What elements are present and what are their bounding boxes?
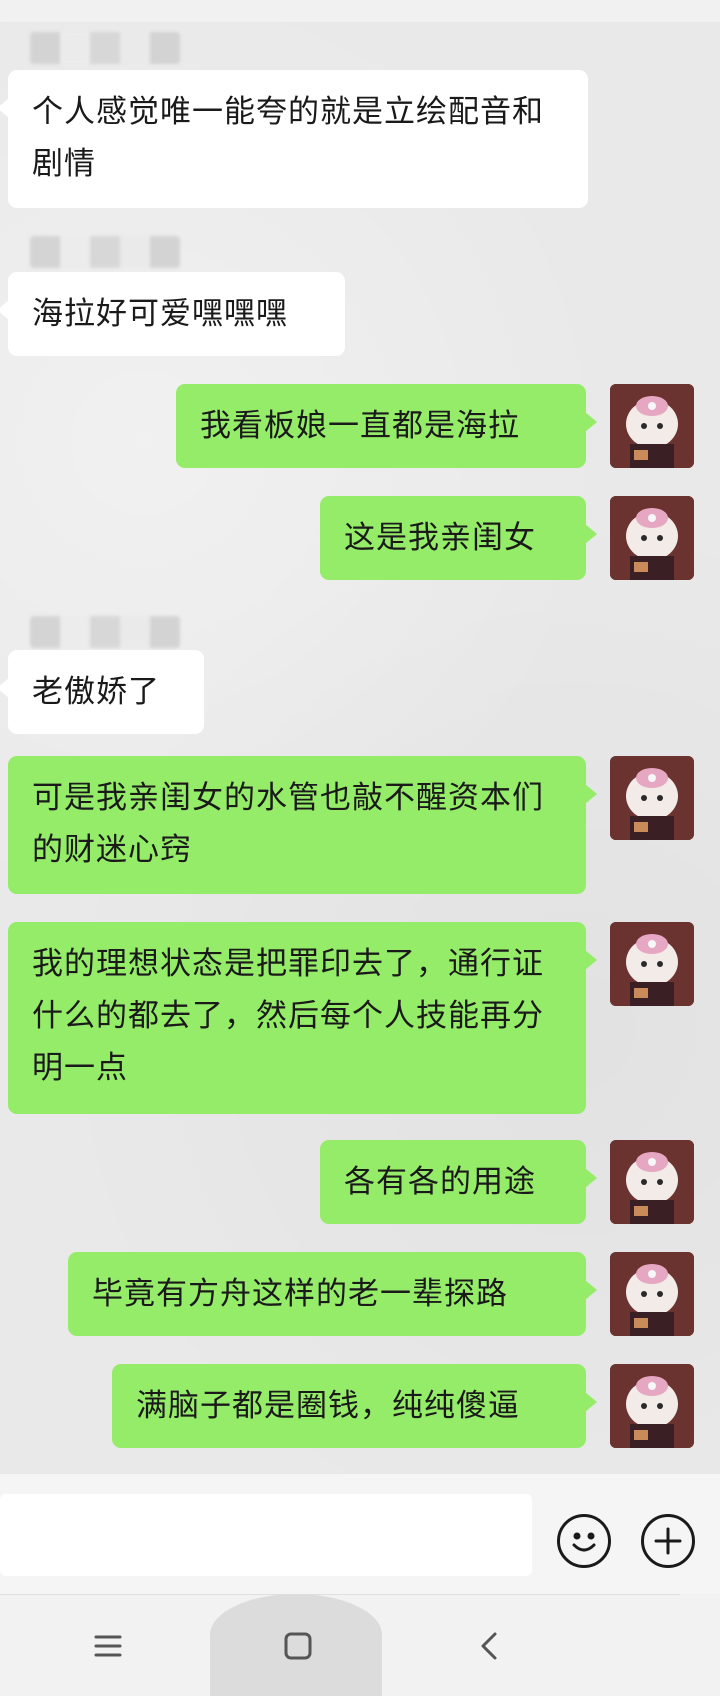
- message-bubble-outgoing[interactable]: 我的理想状态是把罪印去了，通行证什么的都去了，然后每个人技能再分明一点: [8, 922, 597, 1114]
- message-bubble-incoming[interactable]: 老傲娇了: [0, 650, 204, 734]
- user-avatar[interactable]: [610, 1140, 694, 1224]
- sender-name-blurred: [30, 32, 180, 64]
- add-icon: [654, 1527, 682, 1555]
- back-icon: [481, 1632, 497, 1660]
- message-bubble-outgoing[interactable]: 可是我亲闺女的水管也敲不醒资本们的财迷心窍: [8, 756, 597, 894]
- user-avatar[interactable]: [610, 496, 694, 580]
- home-icon: [284, 1632, 312, 1660]
- emoji-button[interactable]: [557, 1514, 611, 1568]
- user-avatar[interactable]: [610, 384, 694, 468]
- emoji-icon: [572, 1532, 596, 1552]
- user-avatar[interactable]: [610, 922, 694, 1006]
- menu-icon: [94, 1635, 122, 1657]
- user-avatar[interactable]: [610, 1252, 694, 1336]
- user-avatar[interactable]: [610, 1364, 694, 1448]
- message-bubble-incoming[interactable]: 海拉好可爱嘿嘿嘿: [0, 272, 345, 356]
- message-bubble-outgoing[interactable]: 满脑子都是圈钱，纯纯傻逼: [112, 1364, 597, 1448]
- message-bubble-incoming[interactable]: 个人感觉唯一能夸的就是立绘配音和剧情: [0, 70, 588, 208]
- message-bubble-outgoing[interactable]: 我看板娘一直都是海拉: [176, 384, 597, 468]
- chat-area: 个人感觉唯一能夸的就是立绘配音和剧情 海拉好可爱嘿嘿嘿 我看板娘一直都是海拉 这…: [0, 0, 720, 1474]
- add-button[interactable]: [641, 1514, 695, 1568]
- top-strip: [0, 0, 720, 22]
- sender-name-blurred: [30, 236, 180, 268]
- menu-button[interactable]: [88, 1626, 128, 1666]
- home-button[interactable]: [278, 1626, 318, 1666]
- back-button[interactable]: [470, 1626, 510, 1666]
- sender-name-blurred: [30, 616, 180, 648]
- message-input[interactable]: [0, 1494, 532, 1576]
- message-bubble-outgoing[interactable]: 这是我亲闺女: [320, 496, 597, 580]
- divider: [0, 1594, 680, 1595]
- user-avatar[interactable]: [610, 756, 694, 840]
- input-bar: [0, 1474, 720, 1594]
- message-bubble-outgoing[interactable]: 毕竟有方舟这样的老一辈探路: [68, 1252, 597, 1336]
- message-bubble-outgoing[interactable]: 各有各的用途: [320, 1140, 597, 1224]
